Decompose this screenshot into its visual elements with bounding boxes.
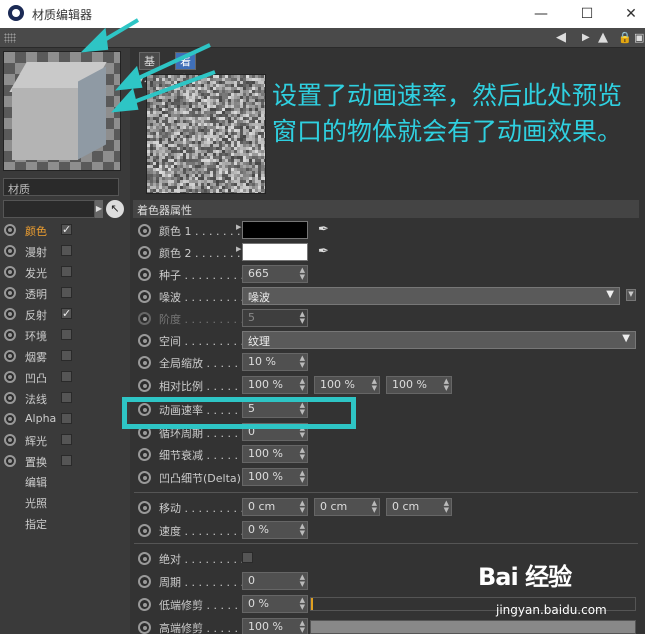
arrow-head-3	[111, 87, 139, 113]
annotation-arrows	[80, 18, 216, 113]
watermark-url: jingyan.baidu.com	[496, 603, 607, 617]
watermark: Bai 经验 jingyan.baidu.com	[478, 555, 643, 625]
watermark-logo: Bai 经验	[478, 563, 572, 591]
arrow-head-1	[80, 27, 109, 53]
arrow-head-2	[115, 65, 143, 91]
